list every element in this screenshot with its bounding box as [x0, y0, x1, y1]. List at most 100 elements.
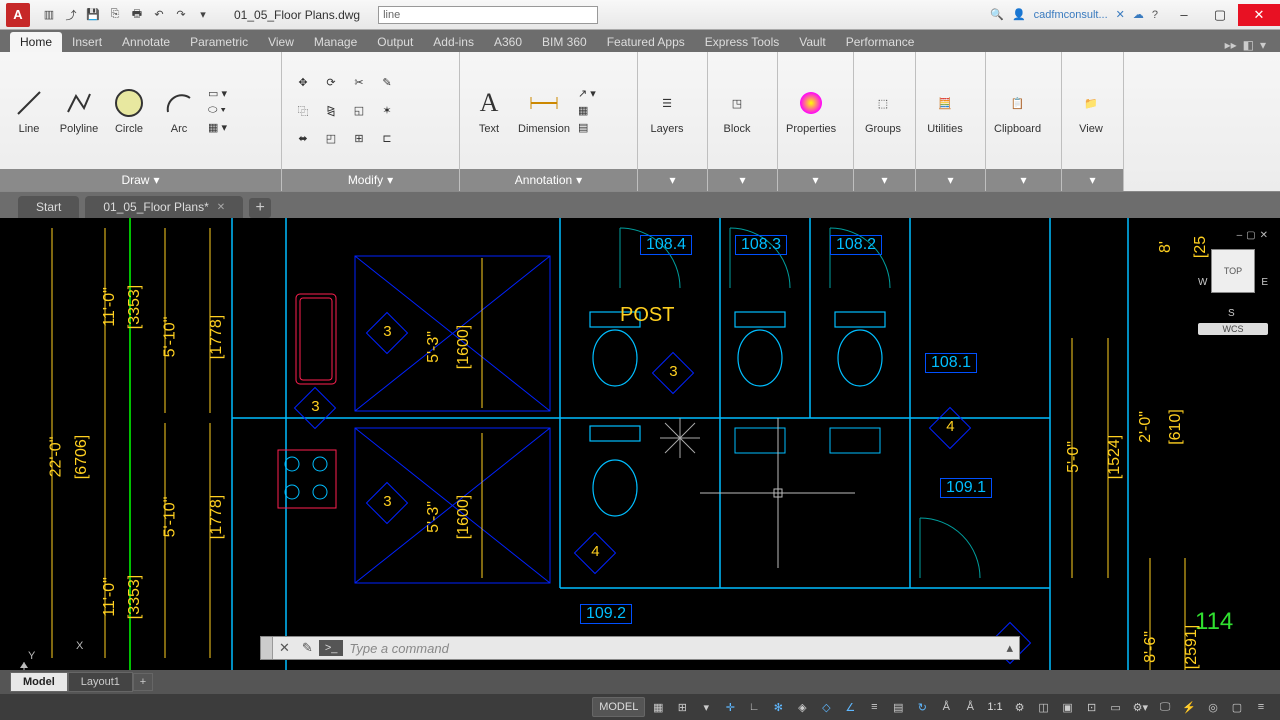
qat-save-icon[interactable]: 💾 — [83, 5, 103, 25]
panel-layers-title[interactable]: ▾ — [638, 169, 707, 191]
clipboard-button[interactable]: 📋Clipboard — [994, 86, 1041, 135]
file-tab-doc[interactable]: 01_05_Floor Plans*✕ — [85, 196, 243, 218]
panel-block-title[interactable]: ▾ — [708, 169, 777, 191]
tab-manage[interactable]: Manage — [304, 32, 367, 52]
rectangle-icon[interactable]: ▭ ▾ — [208, 87, 227, 100]
drawing-canvas[interactable]: 108.4 108.3 108.2 108.1 109.1 109.2 POST… — [0, 218, 1280, 670]
properties-button[interactable]: Properties — [786, 86, 836, 135]
iso-icon[interactable]: ◈ — [791, 697, 813, 717]
offset-icon[interactable]: ⊏ — [374, 126, 400, 152]
scale-icon[interactable]: ◰ — [318, 126, 344, 152]
ribbon-overflow-icon[interactable]: ▸▸ — [1225, 38, 1237, 52]
vc-min-icon[interactable]: – — [1237, 230, 1243, 241]
tab-addins[interactable]: Add-ins — [423, 32, 484, 52]
status-model-button[interactable]: MODEL — [592, 697, 645, 717]
ortho-icon[interactable]: ∟ — [743, 697, 765, 717]
layout-tab-layout1[interactable]: Layout1 — [68, 672, 133, 692]
workspace-icon[interactable]: ⚙▾ — [1129, 697, 1152, 717]
rotate-icon[interactable]: ⟳ — [318, 70, 344, 96]
panel-modify-title[interactable]: Modify ▾ — [282, 169, 459, 191]
cycling-icon[interactable]: ↻ — [911, 697, 933, 717]
wcs-badge[interactable]: WCS — [1198, 323, 1268, 335]
qat-saveas-icon[interactable]: ⎘ — [105, 5, 125, 25]
snap-icon[interactable]: ⊞ — [671, 697, 693, 717]
customize-icon[interactable]: ≡ — [1250, 697, 1272, 717]
hardware-icon[interactable]: ⚡ — [1178, 697, 1200, 717]
hatch-icon[interactable]: ▦ ▾ — [208, 121, 227, 134]
copy-icon[interactable]: ⿻ — [290, 98, 316, 124]
maximize-button[interactable]: ▢ — [1202, 4, 1238, 26]
vpmax-icon[interactable]: ◫ — [1033, 697, 1055, 717]
view-cube[interactable]: –▢✕ N S W E TOP WCS — [1198, 230, 1268, 335]
panel-properties-title[interactable]: ▾ — [778, 169, 853, 191]
dimension-button[interactable]: Dimension — [518, 86, 570, 135]
explode-icon[interactable]: ✶ — [374, 98, 400, 124]
circle-button[interactable]: Circle — [108, 86, 150, 135]
tab-parametric[interactable]: Parametric — [180, 32, 258, 52]
layout-tab-add[interactable]: + — [133, 673, 153, 691]
tab-performance[interactable]: Performance — [836, 32, 925, 52]
vc-max-icon[interactable]: ▢ — [1246, 230, 1255, 241]
qat-undo-icon[interactable]: ↶ — [149, 5, 169, 25]
tab-view[interactable]: View — [258, 32, 304, 52]
panel-draw-title[interactable]: Draw ▾ — [0, 169, 281, 191]
account-label[interactable]: cadfmconsult... — [1034, 9, 1108, 21]
account-icon[interactable]: 👤 — [1012, 8, 1026, 21]
search-icon[interactable]: 🔍 — [990, 8, 1004, 21]
quickprops-icon[interactable]: ▣ — [1057, 697, 1079, 717]
array-icon[interactable]: ⊞ — [346, 126, 372, 152]
cleanscreen-icon[interactable]: ▢ — [1226, 697, 1248, 717]
title-search-input[interactable] — [378, 6, 598, 24]
grid-icon[interactable]: ▦ — [647, 697, 669, 717]
cmd-input[interactable]: Type a command — [349, 641, 1000, 656]
view-button[interactable]: 📁View — [1070, 86, 1112, 135]
tab-featured[interactable]: Featured Apps — [597, 32, 695, 52]
help-icon[interactable]: ? — [1152, 9, 1158, 21]
leader-icon[interactable]: ↗ ▾ — [578, 87, 596, 100]
line-button[interactable]: Line — [8, 86, 50, 135]
fillet-icon[interactable]: ◱ — [346, 98, 372, 124]
isolate-icon[interactable]: ◎ — [1202, 697, 1224, 717]
ribbon-minimize-icon[interactable]: ▾ — [1260, 38, 1266, 52]
osnap-icon[interactable]: ◇ — [815, 697, 837, 717]
tab-output[interactable]: Output — [367, 32, 423, 52]
infer-icon[interactable]: ▾ — [695, 697, 717, 717]
tab-express[interactable]: Express Tools — [695, 32, 789, 52]
otrack-icon[interactable]: ∠ — [839, 697, 861, 717]
panel-clipboard-title[interactable]: ▾ — [986, 169, 1061, 191]
qat-redo-icon[interactable]: ↷ — [171, 5, 191, 25]
cmd-config-icon[interactable]: ✎ — [296, 640, 319, 656]
panel-annotation-title[interactable]: Annotation ▾ — [460, 169, 637, 191]
tab-vault[interactable]: Vault — [789, 32, 835, 52]
mtext-icon[interactable]: ▤ — [578, 121, 596, 134]
tab-insert[interactable]: Insert — [62, 32, 112, 52]
minimize-button[interactable]: – — [1166, 4, 1202, 26]
close-tab-icon[interactable]: ✕ — [217, 202, 225, 213]
annoscale-icon[interactable]: Å — [935, 697, 957, 717]
tab-home[interactable]: Home — [10, 32, 62, 52]
cmd-history-icon[interactable]: ▴ — [1000, 640, 1019, 656]
dyninput-icon[interactable]: ✛ — [719, 697, 741, 717]
scale-button[interactable]: 1:1 — [983, 697, 1006, 717]
panel-view-title[interactable]: ▾ — [1062, 169, 1123, 191]
polyline-button[interactable]: Polyline — [58, 86, 100, 135]
vc-top-face[interactable]: TOP — [1211, 249, 1255, 293]
ellipse-icon[interactable]: ⬭ ▾ — [208, 104, 227, 117]
cmd-grip-icon[interactable] — [261, 637, 273, 659]
annoviz-icon[interactable]: Å — [959, 697, 981, 717]
text-button[interactable]: AText — [468, 86, 510, 135]
lineweight-icon[interactable]: ≡ — [863, 697, 885, 717]
app-icon[interactable]: A — [6, 3, 30, 27]
gear-icon[interactable]: ⚙ — [1009, 697, 1031, 717]
block-button[interactable]: ◳Block — [716, 86, 758, 135]
layout-tab-model[interactable]: Model — [10, 672, 68, 692]
file-tab-start[interactable]: Start — [18, 196, 79, 218]
polar-icon[interactable]: ✻ — [767, 697, 789, 717]
qat-more-icon[interactable]: ▾ — [193, 5, 213, 25]
qat-new-icon[interactable]: ▥ — [39, 5, 59, 25]
move-icon[interactable]: ✥ — [290, 70, 316, 96]
stretch-icon[interactable]: ⬌ — [290, 126, 316, 152]
vc-close-icon[interactable]: ✕ — [1260, 230, 1268, 241]
table-icon[interactable]: ▦ — [578, 104, 596, 117]
units-icon[interactable]: ▭ — [1105, 697, 1127, 717]
